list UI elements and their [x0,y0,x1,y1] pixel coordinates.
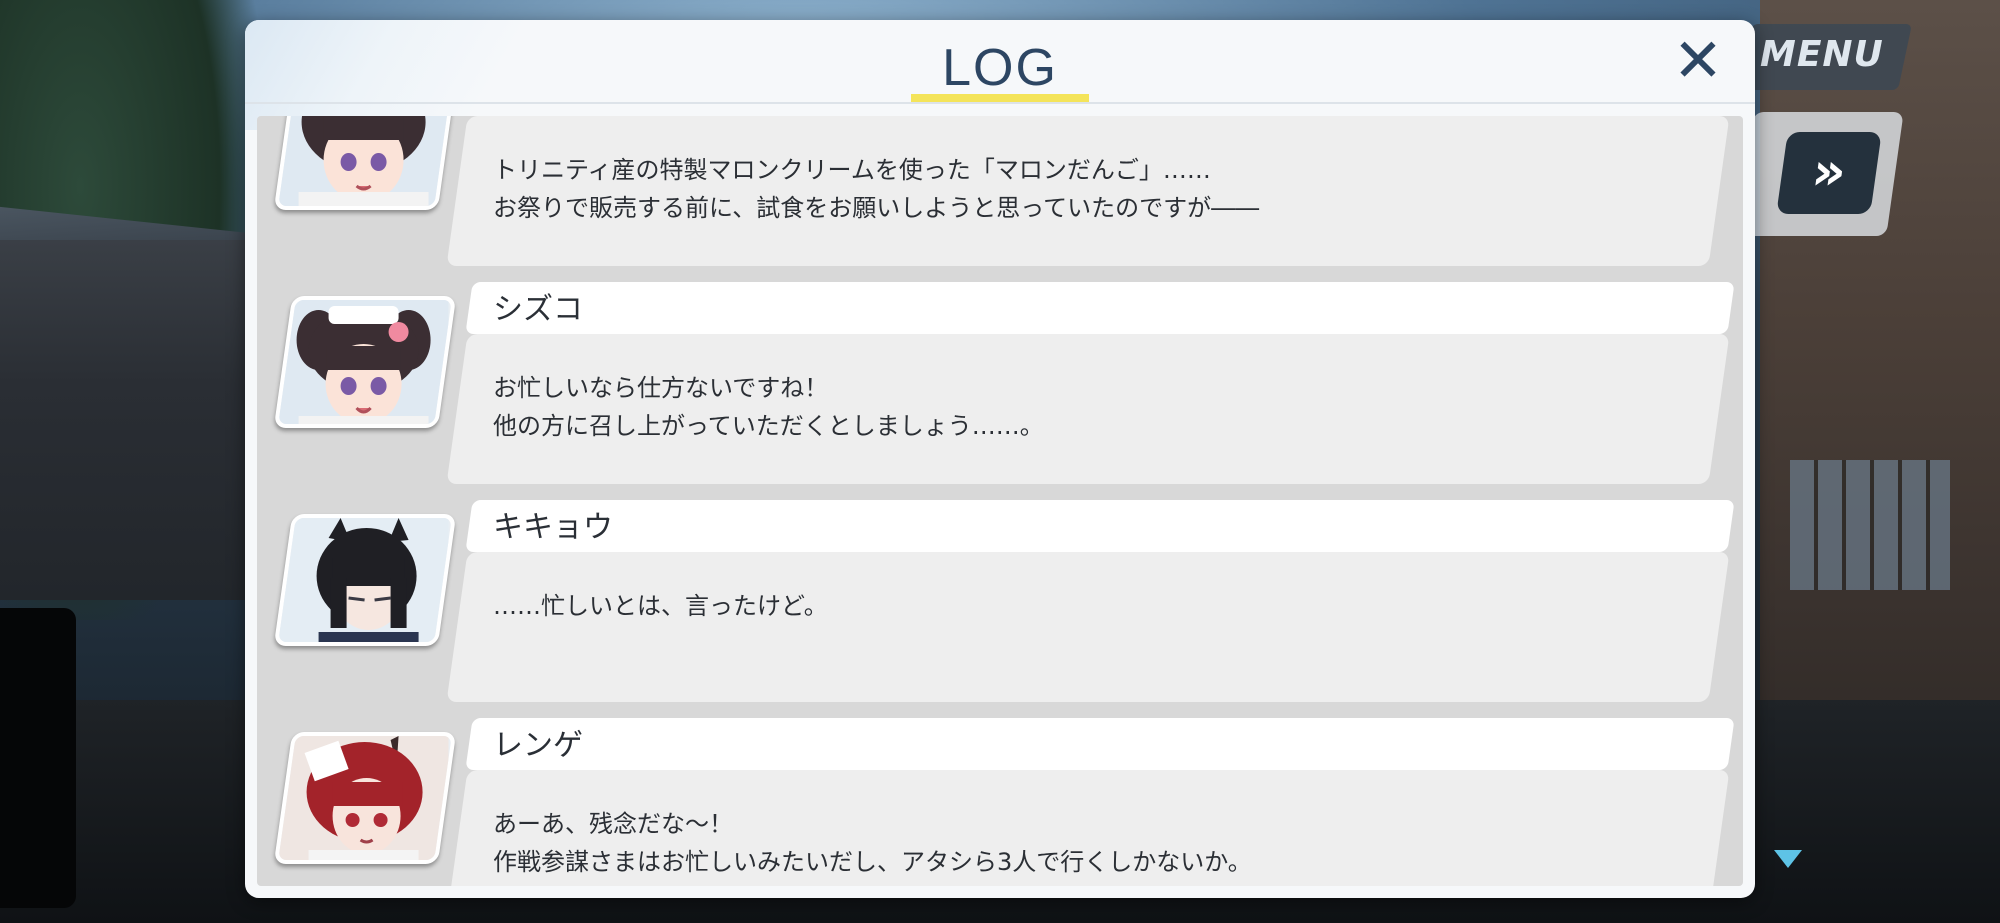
message-line: トリニティ産の特製マロンクリームを使った「マロンだんご」…… [493,156,1211,184]
portrait-icon [278,518,449,646]
menu-label[interactable]: MENU [1760,34,1884,75]
log-entry: キキョウ ……忙しいとは、言ったけど。 [257,500,1743,708]
message-line: お忙しいなら仕方ないですね！ [493,374,829,402]
log-entry: シズコ お忙しいなら仕方ないですね！ 他の方に召し上がっていただくとしましょう…… [257,282,1743,490]
avatar-shizuko [273,116,457,210]
message-line: あーあ、残念だな～！ [493,810,733,838]
log-entry: レンゲ あーあ、残念だな～！ 作戦参謀さまはお忙しいみたいだし、アタシら3人で行… [257,718,1743,886]
background-lattice-window [1790,460,1950,590]
side-overlay [0,608,76,908]
avatar-shizuko [273,296,457,428]
portrait-icon [278,736,449,864]
close-button[interactable]: ✕ [1665,30,1731,96]
avatar-renge [273,732,457,864]
dialog-title: LOG [942,39,1058,97]
avatar-kikyou [273,514,457,646]
header-divider [245,102,1755,104]
speaker-name: レンゲ [493,728,583,763]
log-entry: トリニティ産の特製マロンクリームを使った「マロンだんご」…… お祭りで販売する前… [257,116,1743,272]
message-line: お祭りで販売する前に、試食をお願いしようと思っていたのですが―― [493,194,1260,222]
log-list[interactable]: トリニティ産の特製マロンクリームを使った「マロンだんご」…… お祭りで販売する前… [257,116,1743,886]
portrait-icon [278,116,449,210]
speaker-name: シズコ [493,292,583,327]
message-box [446,552,1730,702]
next-indicator-icon [1774,850,1802,868]
fast-forward-button[interactable]: » [1776,132,1882,214]
message-line: 作戦参謀さまはお忙しいみたいだし、アタシら3人で行くしかないか。 [493,848,1252,876]
speaker-name: キキョウ [493,510,613,545]
speaker-name-bar [465,282,1735,334]
log-dialog: LOG ✕ トリニティ産の特製マロンクリームを使った「マロンだんご」…… お祭り… [245,20,1755,898]
portrait-icon [278,300,449,428]
background-house-left [0,240,250,600]
message-line: ……忙しいとは、言ったけど。 [493,592,828,620]
speaker-name-bar [465,500,1735,552]
speaker-name-bar [465,718,1735,770]
message-line: 他の方に召し上がっていただくとしましょう……。 [493,412,1044,440]
title-underline [911,94,1089,102]
